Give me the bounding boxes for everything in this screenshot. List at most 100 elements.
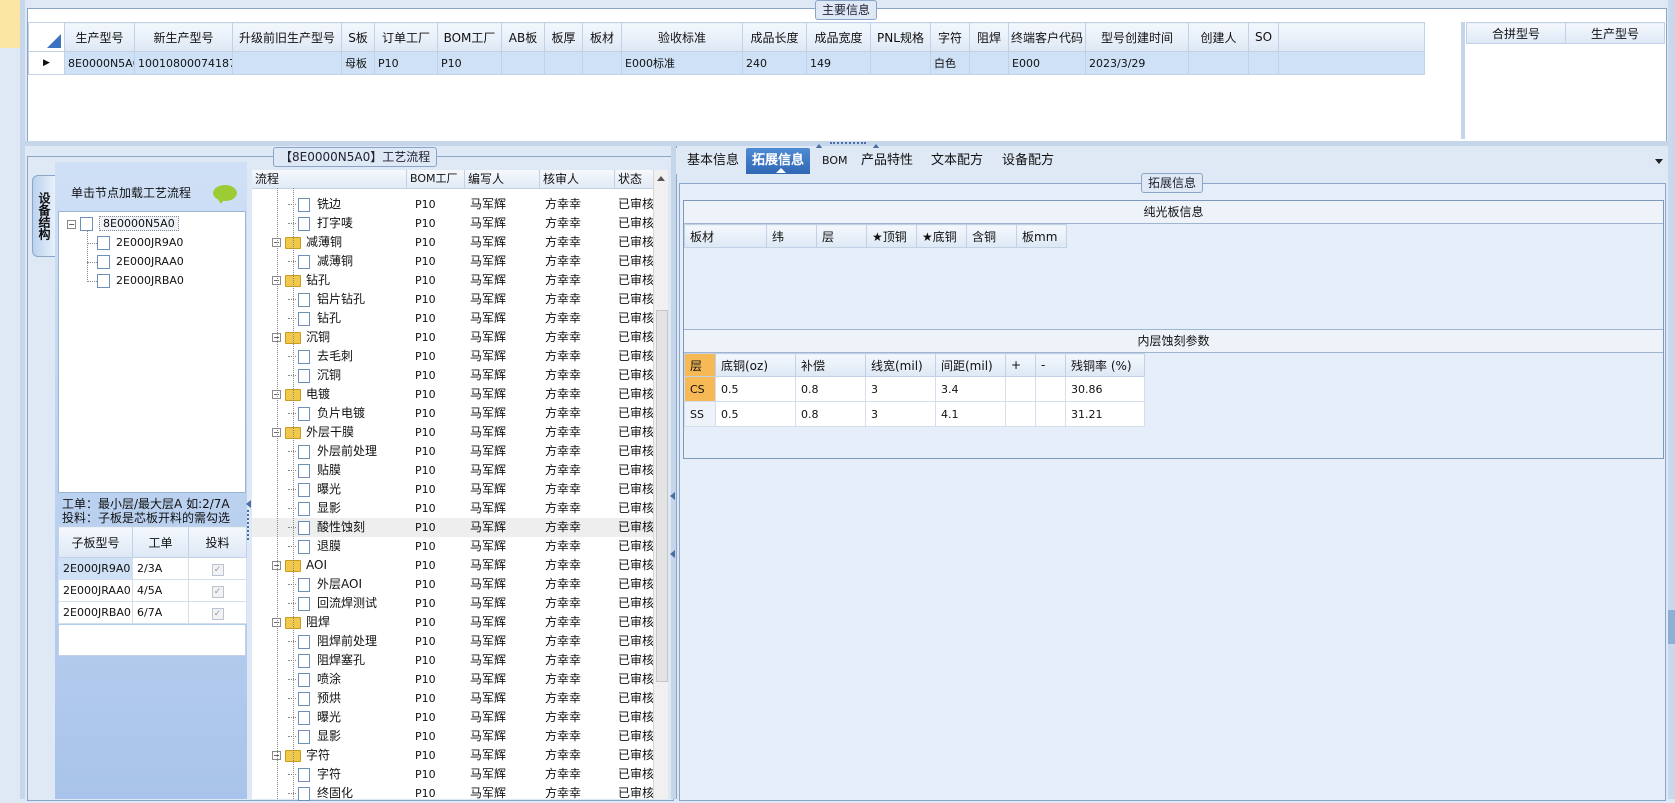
cell[interactable]	[582, 51, 622, 75]
cell[interactable]	[232, 51, 342, 75]
writer-cell[interactable]: 马军辉	[470, 765, 540, 784]
col-header[interactable]: 新生产型号	[134, 22, 233, 52]
grid-corner[interactable]	[28, 22, 65, 52]
flow-name-cell[interactable]: 铝片钻孔	[288, 290, 407, 309]
bom-cell[interactable]: P10	[415, 252, 465, 271]
bom-cell[interactable]: P10	[415, 784, 465, 803]
bom-cell[interactable]: P10	[415, 708, 465, 727]
sub-model-cell[interactable]: 2E000JRAA0	[58, 579, 133, 602]
col-header[interactable]: 成品长度	[742, 22, 807, 52]
writer-cell[interactable]: 马军辉	[470, 385, 540, 404]
status-cell[interactable]: 已审核	[618, 727, 653, 746]
col-header[interactable]: AB板	[501, 22, 545, 52]
tree-node-root[interactable]: − 8E0000N5A0	[67, 215, 179, 232]
process-step-row[interactable]: 阻焊前处理 P10 马军辉 方幸幸 已审核	[252, 632, 653, 651]
bom-cell[interactable]: P10	[415, 290, 465, 309]
splitter-left-arrow-icon[interactable]	[670, 492, 675, 500]
col-header[interactable]: 创建人	[1188, 22, 1249, 52]
reviewer-cell[interactable]: 方幸幸	[545, 499, 615, 518]
col-header[interactable]: 板厚	[544, 22, 583, 52]
cell[interactable]	[1035, 401, 1066, 427]
flow-name-cell[interactable]: 去毛刺	[288, 347, 407, 366]
col-header[interactable]: 板材	[582, 22, 622, 52]
writer-cell[interactable]: 马军辉	[470, 328, 540, 347]
reviewer-cell[interactable]: 方幸幸	[545, 290, 615, 309]
flow-name-cell[interactable]: 显影	[288, 499, 407, 518]
writer-cell[interactable]: 马军辉	[470, 537, 540, 556]
cell[interactable]: 3	[865, 401, 936, 427]
cell[interactable]	[870, 51, 931, 75]
process-step-row[interactable]: 负片电镀 P10 马军辉 方幸幸 已审核	[252, 404, 653, 423]
status-cell[interactable]: 已审核	[618, 556, 653, 575]
reviewer-cell[interactable]: 方幸幸	[545, 518, 615, 537]
sub-model-cell[interactable]: 2E000JRBA0	[58, 601, 133, 624]
cell[interactable]: E000标准	[621, 51, 743, 75]
reviewer-cell[interactable]: 方幸幸	[545, 347, 615, 366]
splitter-grip[interactable]	[247, 510, 251, 540]
status-cell[interactable]: 已审核	[618, 651, 653, 670]
writer-cell[interactable]: 马军辉	[470, 480, 540, 499]
col-header[interactable]: 终端客户代码	[1008, 22, 1086, 52]
bom-cell[interactable]: P10	[415, 746, 465, 765]
cell[interactable]	[1005, 376, 1036, 402]
status-cell[interactable]: 已审核	[618, 499, 653, 518]
col-header[interactable]: 生产型号	[64, 22, 135, 52]
reviewer-cell[interactable]: 方幸幸	[545, 480, 615, 499]
bom-cell[interactable]: P10	[415, 442, 465, 461]
process-flow-scrollbar[interactable]	[653, 170, 668, 799]
process-group-row[interactable]: − 电镀 P10 马军辉 方幸幸 已审核	[252, 385, 653, 404]
flow-name-cell[interactable]: 喷涂	[288, 670, 407, 689]
cell[interactable]: 3.4	[935, 376, 1006, 402]
col-header[interactable]: 纬	[766, 224, 817, 248]
bom-cell[interactable]: P10	[415, 347, 465, 366]
cell[interactable]: 0.8	[795, 376, 866, 402]
bom-cell[interactable]: P10	[415, 613, 465, 632]
bom-cell[interactable]: P10	[415, 309, 465, 328]
process-group-row[interactable]: − 字符 P10 马军辉 方幸幸 已审核	[252, 746, 653, 765]
status-cell[interactable]: 已审核	[618, 518, 653, 537]
status-cell[interactable]: 已审核	[618, 423, 653, 442]
flow-name-cell[interactable]: 终固化	[288, 784, 407, 803]
status-cell[interactable]: 已审核	[618, 290, 653, 309]
process-step-row[interactable]: 打字唛 P10 马军辉 方幸幸 已审核	[252, 214, 653, 233]
order-cell[interactable]: 2/3A	[132, 557, 189, 580]
process-step-row[interactable]: 回流焊测试 P10 马军辉 方幸幸 已审核	[252, 594, 653, 613]
status-cell[interactable]: 已审核	[618, 271, 653, 290]
status-cell[interactable]: 已审核	[618, 214, 653, 233]
reviewer-cell[interactable]: 方幸幸	[545, 746, 615, 765]
bom-cell[interactable]: P10	[415, 499, 465, 518]
flow-name-cell[interactable]: 外层前处理	[288, 442, 407, 461]
col-header[interactable]: S板	[341, 22, 375, 52]
bom-cell[interactable]: P10	[415, 271, 465, 290]
flow-name-cell[interactable]: 回流焊测试	[288, 594, 407, 613]
writer-cell[interactable]: 马军辉	[470, 423, 540, 442]
col-header-layer[interactable]: 层	[684, 353, 716, 377]
feed-checkbox[interactable]: ✓	[211, 607, 224, 620]
process-step-row[interactable]: 曝光 P10 马军辉 方幸幸 已审核	[252, 708, 653, 727]
bom-cell[interactable]: P10	[415, 556, 465, 575]
writer-cell[interactable]: 马军辉	[470, 290, 540, 309]
col-header[interactable]: 残铜率 (%)	[1065, 353, 1145, 377]
collapse-left-arrow-icon[interactable]	[246, 500, 251, 508]
scroll-up-arrow-icon[interactable]	[657, 176, 665, 181]
status-cell[interactable]: 已审核	[618, 366, 653, 385]
col-header[interactable]: +	[1005, 353, 1036, 377]
tree-node-child[interactable]: 2E000JRBA0	[87, 272, 184, 289]
bom-cell[interactable]: P10	[415, 670, 465, 689]
flow-name-cell[interactable]: 铣边	[288, 195, 407, 214]
cell[interactable]	[969, 51, 1009, 75]
col-header[interactable]: -	[1035, 353, 1066, 377]
cell[interactable]	[1188, 51, 1249, 75]
cell[interactable]: 8E0000N5A0	[64, 51, 135, 75]
feed-checkbox[interactable]: ✓	[211, 585, 224, 598]
cell[interactable]: 0.5	[715, 401, 796, 427]
process-step-row[interactable]: 铝片钻孔 P10 马军辉 方幸幸 已审核	[252, 290, 653, 309]
process-group-row[interactable]: − 沉铜 P10 马军辉 方幸幸 已审核	[252, 328, 653, 347]
reviewer-cell[interactable]: 方幸幸	[545, 708, 615, 727]
status-cell[interactable]: 已审核	[618, 689, 653, 708]
reviewer-cell[interactable]: 方幸幸	[545, 575, 615, 594]
col-header-writer[interactable]: 编写人	[465, 170, 540, 188]
flow-name-cell[interactable]: 阻焊塞孔	[288, 651, 407, 670]
flow-name-cell[interactable]: 减薄铜	[288, 252, 407, 271]
flow-name-cell[interactable]: 曝光	[288, 480, 407, 499]
